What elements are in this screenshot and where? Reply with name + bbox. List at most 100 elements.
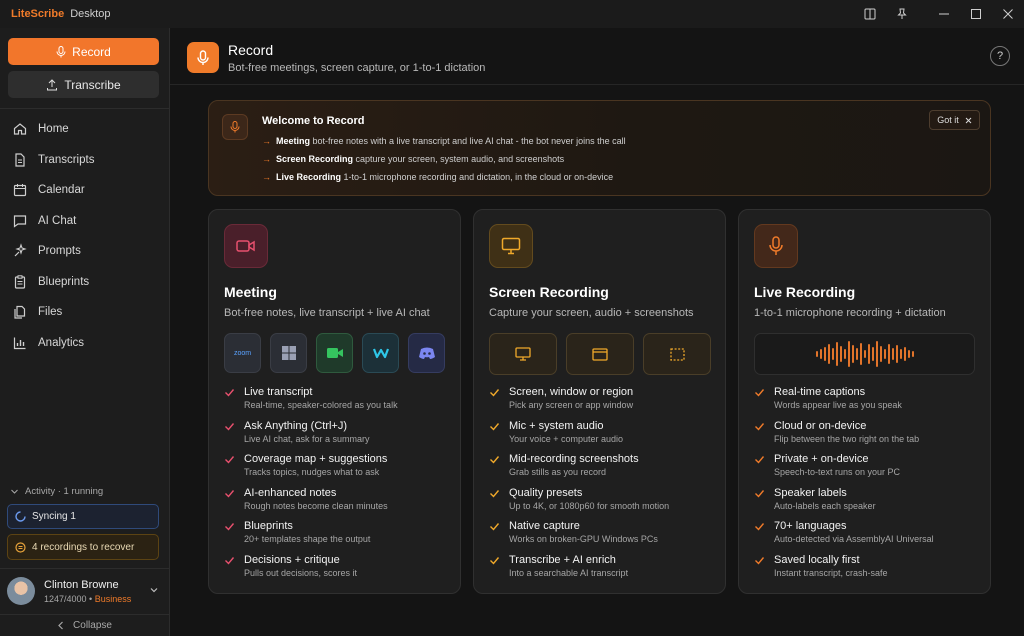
- check-icon: [490, 489, 500, 498]
- recover-recordings-button[interactable]: 4 recordings to recover: [7, 534, 159, 560]
- feature-title: Real-time captions: [774, 386, 866, 398]
- chat-icon: [13, 215, 27, 228]
- meet-icon[interactable]: [316, 333, 353, 373]
- list-item: Native capture Works on broken-GPU Window…: [489, 520, 719, 554]
- sidebar-item-prompts[interactable]: Prompts: [0, 236, 169, 267]
- app-subtitle: Desktop: [70, 8, 111, 20]
- sidebar-item-calendar[interactable]: Calendar: [0, 175, 169, 206]
- check-icon: [755, 556, 765, 565]
- sidebar-item-analytics[interactable]: Analytics: [0, 328, 169, 359]
- feature-desc: Flip between the two right on the tab: [774, 433, 920, 444]
- chevron-down-icon: [150, 588, 158, 593]
- card-subtitle: Bot-free notes, live transcript + live A…: [224, 307, 430, 319]
- card-title: Meeting: [224, 284, 277, 300]
- card-title: Screen Recording: [489, 284, 609, 300]
- feature-title: 70+ languages: [774, 520, 847, 532]
- user-menu[interactable]: Clinton Browne 1247/4000 • Business: [0, 568, 169, 612]
- calendar-icon: [13, 184, 27, 197]
- transcribe-button[interactable]: Transcribe: [8, 71, 159, 98]
- close-icon[interactable]: [992, 0, 1024, 28]
- card-subtitle: 1-to-1 microphone recording + dictation: [754, 307, 946, 319]
- sidebar-item-label: Calendar: [38, 184, 85, 197]
- home-icon: [13, 123, 27, 135]
- live-recording-card[interactable]: Live Recording 1-to-1 microphone recordi…: [738, 209, 991, 594]
- feature-title: Native capture: [509, 520, 580, 532]
- feature-desc: Into a searchable AI transcript: [509, 567, 629, 578]
- sidebar-item-label: AI Chat: [38, 214, 77, 227]
- list-item: Cloud or on-device Flip between the two r…: [754, 420, 984, 454]
- page-subtitle: Bot-free meetings, screen capture, or 1-…: [228, 62, 486, 74]
- feature-desc: Grab stills as you record: [509, 467, 607, 477]
- sidebar-item-label: Transcripts: [38, 153, 95, 166]
- sidebar-item-home[interactable]: Home: [0, 114, 169, 145]
- video-camera-icon: [224, 224, 268, 268]
- avatar: [7, 577, 35, 605]
- sidebar-item-ai-chat[interactable]: AI Chat: [0, 206, 169, 237]
- sidebar-item-transcripts[interactable]: Transcripts: [0, 145, 169, 176]
- app-name: LiteScribe: [11, 8, 65, 20]
- screen-recording-card[interactable]: Screen Recording Capture your screen, au…: [473, 209, 726, 594]
- user-usage: 1247/4000 • Business: [44, 594, 131, 604]
- window-icon[interactable]: [566, 333, 634, 375]
- sidebar-item-files[interactable]: Files: [0, 297, 169, 328]
- chart-icon: [13, 337, 26, 349]
- check-icon: [225, 422, 235, 431]
- list-item: Blueprints 20+ templates shape the output: [224, 520, 454, 554]
- divider: [0, 108, 169, 109]
- check-icon: [225, 556, 235, 565]
- page-title: Record: [228, 42, 274, 58]
- welcome-line: → Screen Recording capture your screen, s…: [262, 154, 564, 164]
- files-icon: [14, 306, 26, 319]
- syncing-status[interactable]: Syncing 1: [7, 504, 159, 529]
- waveform-icon: [815, 341, 914, 367]
- transcribe-button-label: Transcribe: [64, 77, 121, 92]
- feature-desc: Auto-labels each speaker: [774, 500, 876, 511]
- welcome-line-label: Live Recording: [276, 172, 342, 182]
- list-item: Screen, window or region Pick any screen …: [489, 386, 719, 420]
- discord-icon[interactable]: [408, 333, 445, 373]
- monitor-icon[interactable]: [489, 333, 557, 375]
- sidebar-item-label: Home: [38, 123, 69, 136]
- got-it-button[interactable]: Got it: [929, 110, 980, 130]
- welcome-line-text: capture your screen, system audio, and s…: [353, 154, 565, 164]
- record-button[interactable]: Record: [8, 38, 159, 65]
- record-button-label: Record: [72, 44, 111, 59]
- got-it-label: Got it: [937, 115, 959, 125]
- pin-icon[interactable]: [886, 0, 918, 28]
- plan-badge: Business: [94, 594, 132, 604]
- check-icon: [490, 523, 500, 531]
- list-item: Speaker labels Auto-labels each speaker: [754, 487, 984, 521]
- recover-label: 4 recordings to recover: [32, 541, 135, 553]
- monitor-icon: [489, 224, 533, 268]
- sidebar-item-label: Files: [38, 306, 63, 319]
- list-item: Mic + system audio Your voice + computer …: [489, 420, 719, 454]
- minimize-icon[interactable]: [928, 0, 960, 28]
- feature-desc: Auto-detected via AssemblyAI Universal: [774, 534, 934, 544]
- feature-title: Quality presets: [509, 486, 583, 499]
- teams-icon[interactable]: [270, 333, 307, 373]
- feature-title: Speaker labels: [774, 486, 847, 499]
- collapse-sidebar-button[interactable]: Collapse: [0, 614, 169, 636]
- list-item: Quality presets Up to 4K, or 1080p60 for …: [489, 487, 719, 521]
- webex-icon[interactable]: [362, 333, 399, 373]
- feature-title: Private + on-device: [774, 453, 869, 465]
- welcome-line-text: 1-to-1 microphone recording and dictatio…: [341, 172, 614, 182]
- feature-desc: Live AI chat, ask for a summary: [244, 433, 370, 444]
- meeting-card[interactable]: Meeting Bot-free notes, live transcript …: [208, 209, 461, 594]
- zoom-icon[interactable]: zoom: [224, 333, 261, 373]
- activity-toggle[interactable]: Activity · 1 running: [10, 486, 103, 497]
- check-icon: [755, 523, 765, 531]
- welcome-line-label: Screen Recording: [276, 154, 354, 164]
- close-icon: [965, 117, 972, 123]
- sidebar-item-blueprints[interactable]: Blueprints: [0, 267, 169, 298]
- page-header: Record Bot-free meetings, screen capture…: [170, 28, 1024, 85]
- sidebar-toggle-icon[interactable]: [854, 0, 886, 28]
- usage-separator: •: [86, 594, 95, 604]
- card-title: Live Recording: [754, 284, 856, 300]
- maximize-icon[interactable]: [960, 0, 992, 28]
- region-icon[interactable]: [643, 333, 711, 375]
- help-button[interactable]: ?: [990, 46, 1010, 66]
- feature-list: Real-time captions Words appear live as y…: [754, 386, 984, 587]
- sidebar-item-label: Blueprints: [38, 275, 90, 288]
- spinner-icon: [15, 511, 26, 522]
